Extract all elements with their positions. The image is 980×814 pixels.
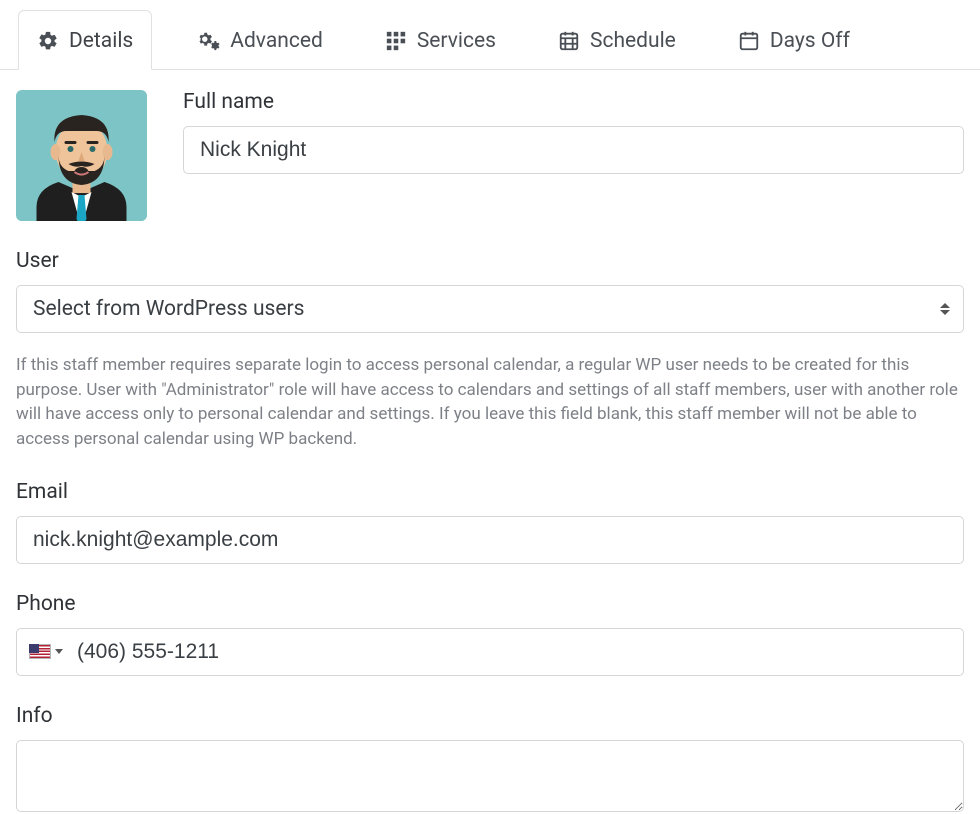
tabs-bar: Details Advanced Services Schedule Days … [0,0,980,70]
full-name-input[interactable] [183,126,964,174]
tab-label: Schedule [590,29,676,53]
phone-input[interactable] [69,629,955,675]
user-label: User [16,249,964,273]
gear-icon [37,30,59,52]
grid-icon [385,30,407,52]
flag-us-icon [29,644,51,659]
tab-days-off[interactable]: Days Off [720,11,868,69]
form-content: Full name User Select from WordPress use… [0,70,980,812]
phone-input-wrap [16,628,964,676]
tab-details[interactable]: Details [18,10,152,70]
tab-services[interactable]: Services [367,11,514,69]
chevron-down-icon [55,649,63,654]
info-textarea[interactable] [16,740,964,812]
avatar[interactable] [16,90,147,221]
tab-advanced[interactable]: Advanced [178,11,341,69]
tab-label: Details [69,29,133,53]
phone-country-select[interactable] [25,644,69,659]
email-input[interactable] [16,516,964,564]
full-name-label: Full name [183,90,964,114]
user-help-text: If this staff member requires separate l… [16,353,964,452]
info-label: Info [16,704,964,728]
phone-label: Phone [16,592,964,616]
tab-label: Services [417,29,496,53]
tab-label: Advanced [230,29,323,53]
email-label: Email [16,480,964,504]
gears-icon [196,30,220,52]
tab-schedule[interactable]: Schedule [540,11,694,69]
select-caret-icon [940,303,950,315]
calendar-icon [738,30,760,52]
user-select[interactable]: Select from WordPress users [16,285,964,333]
tab-label: Days Off [770,29,850,53]
user-select-value: Select from WordPress users [16,285,964,333]
calendar-grid-icon [558,30,580,52]
